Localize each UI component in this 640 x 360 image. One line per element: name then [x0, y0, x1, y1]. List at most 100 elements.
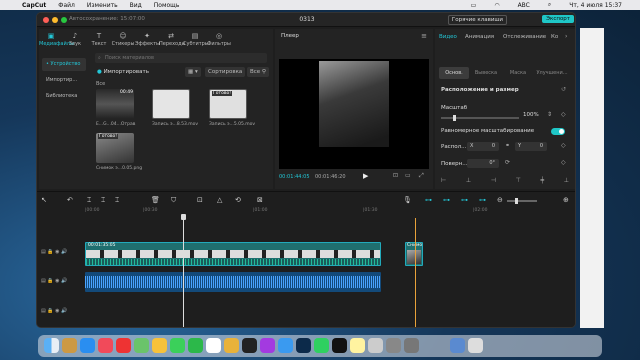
playhead-handle[interactable] — [181, 214, 186, 220]
crop-icon[interactable]: ⟲ — [235, 196, 241, 204]
tab-filters[interactable]: ◎ Фильтры — [207, 29, 231, 53]
messages-icon[interactable] — [170, 338, 185, 353]
stepper-icon[interactable]: ⇕ — [547, 111, 552, 118]
trash-icon[interactable] — [468, 338, 483, 353]
search-icon[interactable]: ⌕ — [548, 1, 551, 9]
maps-icon[interactable] — [134, 338, 149, 353]
whatsapp-icon[interactable] — [314, 338, 329, 353]
marker-icon[interactable]: ⛉ — [171, 196, 176, 205]
position-x-field[interactable]: X0 — [467, 142, 499, 151]
align-left-icon[interactable]: ⊢ — [441, 177, 446, 185]
downloads-icon[interactable] — [450, 338, 465, 353]
menu-view[interactable]: Вид — [130, 2, 142, 9]
capcut-icon[interactable] — [332, 338, 347, 353]
music-icon[interactable] — [98, 338, 113, 353]
media-thumb-1[interactable]: 00:49 — [96, 89, 134, 119]
video-clip[interactable]: 00:01:35:05 — [85, 242, 381, 266]
wifi-icon[interactable]: ◠ — [494, 2, 499, 9]
appstore-icon[interactable] — [80, 338, 95, 353]
scale-slider[interactable] — [441, 115, 519, 121]
lock-icon[interactable]: 🔒 — [47, 249, 53, 255]
zoom-out-icon[interactable]: ⊖ — [497, 196, 503, 204]
media-thumb-2[interactable] — [152, 89, 190, 119]
settings-icon[interactable] — [404, 338, 419, 353]
player-menu-icon[interactable]: ≡ — [421, 32, 427, 40]
zoom-in-icon[interactable]: ⊕ — [563, 196, 569, 204]
tab-subtitles[interactable]: ▤ Субтитры — [183, 29, 209, 53]
lock-icon[interactable]: 🔒 — [47, 308, 53, 314]
keyframe-icon[interactable]: ◇ — [561, 111, 566, 118]
sidebar-item-imported[interactable]: Импортир... — [42, 74, 86, 87]
tab-more[interactable]: Ко — [551, 34, 558, 40]
app-icon[interactable] — [386, 338, 401, 353]
filter-all-button[interactable]: Все ⚲ — [247, 67, 269, 77]
split-right-icon[interactable]: ⌶ — [115, 196, 119, 205]
sort-button[interactable]: Сортировка — [205, 67, 246, 77]
safari-icon[interactable] — [278, 338, 293, 353]
photos-icon[interactable] — [152, 338, 167, 353]
finder-icon[interactable] — [44, 338, 59, 353]
preview-axis-icon[interactable]: ⊶ — [461, 196, 468, 204]
calendar-icon[interactable] — [206, 338, 221, 353]
tab-media[interactable]: ▣ Медиафайлы — [39, 29, 74, 53]
playhead[interactable] — [181, 214, 186, 327]
chrome-icon[interactable] — [224, 338, 239, 353]
speaker-icon[interactable]: 🔊 — [61, 308, 67, 314]
app-icon[interactable] — [368, 338, 383, 353]
mirror-icon[interactable]: ⊠ — [257, 196, 263, 204]
mic-icon[interactable]: 🎙 — [403, 196, 412, 204]
tab-tracking[interactable]: Отслеживание — [503, 34, 546, 40]
align-bottom-icon[interactable]: ⊥ — [564, 177, 569, 185]
podcasts-icon[interactable] — [260, 338, 275, 353]
speaker-icon[interactable]: 🔊 — [61, 278, 67, 284]
sidebar-item-device[interactable]: • Устройство — [42, 58, 86, 71]
tab-text[interactable]: T Текст — [87, 29, 111, 53]
reverse-icon[interactable]: △ — [217, 196, 222, 204]
fit-icon[interactable]: ⊡ — [393, 172, 398, 179]
notes-icon[interactable] — [350, 338, 365, 353]
zoom-slider-handle[interactable] — [515, 198, 518, 204]
launchpad-icon[interactable] — [62, 338, 77, 353]
eye-icon[interactable]: ◉ — [55, 249, 59, 255]
zoom-slider[interactable] — [507, 198, 537, 204]
delete-icon[interactable]: 🗑 — [151, 196, 160, 204]
tab-transitions[interactable]: ⇄ Переходы — [159, 29, 186, 53]
position-y-field[interactable]: Y0 — [515, 142, 547, 151]
keyboard-layout[interactable]: ABC — [518, 2, 530, 9]
clock[interactable]: Чт, 4 июля 15:37 — [569, 2, 622, 9]
scale-slider-handle[interactable] — [453, 115, 456, 121]
image-clip[interactable]: Снимо — [405, 242, 423, 266]
freeze-icon[interactable]: ⊡ — [197, 196, 203, 204]
select-tool-icon[interactable]: ↖ — [41, 196, 47, 204]
hotkeys-button[interactable]: Горячие клавиши — [447, 15, 507, 25]
speaker-icon[interactable]: 🔊 — [61, 249, 67, 255]
lock-icon[interactable]: 🔒 — [47, 278, 53, 284]
rotation-field[interactable]: 0° — [467, 159, 499, 168]
split-left-icon[interactable]: ⌶ — [101, 196, 105, 205]
eye-icon[interactable]: ◉ — [55, 278, 59, 284]
play-icon[interactable]: ▶ — [363, 172, 368, 180]
uniform-scale-toggle[interactable] — [551, 128, 565, 135]
search-input[interactable]: ⌕ Поиск материалов — [95, 53, 267, 63]
subtab-mask[interactable]: Маска — [503, 67, 533, 79]
export-button[interactable]: Экспорт — [542, 15, 574, 23]
tab-effects[interactable]: ✦ Эффекты — [135, 29, 160, 53]
subtab-cutout[interactable]: Вывеска — [471, 67, 501, 79]
menu-file[interactable]: Файл — [58, 2, 75, 9]
link-clips-icon[interactable]: ⊶ — [443, 196, 450, 204]
align-right-icon[interactable]: ⊣ — [491, 177, 496, 185]
undo-icon[interactable]: ↶ — [67, 196, 73, 204]
sidebar-item-library[interactable]: Библиотека — [42, 90, 86, 103]
battery-icon[interactable]: ▭ — [471, 2, 477, 9]
ratio-icon[interactable]: ▭ — [405, 172, 411, 179]
facetime-icon[interactable] — [188, 338, 203, 353]
keyframe-icon[interactable]: ◇ — [561, 159, 566, 166]
fullscreen-icon[interactable]: ⤢ — [419, 172, 424, 180]
split-icon[interactable]: ⌶ — [87, 196, 91, 205]
tab-video[interactable]: Видео — [439, 34, 457, 40]
reset-icon[interactable]: ↺ — [561, 86, 566, 93]
eye-icon[interactable]: ◉ — [55, 308, 59, 314]
tab-audio[interactable]: ♪ Звук — [63, 29, 87, 53]
import-button[interactable]: ● Импортировать — [97, 67, 149, 77]
photoshop-icon[interactable] — [296, 338, 311, 353]
